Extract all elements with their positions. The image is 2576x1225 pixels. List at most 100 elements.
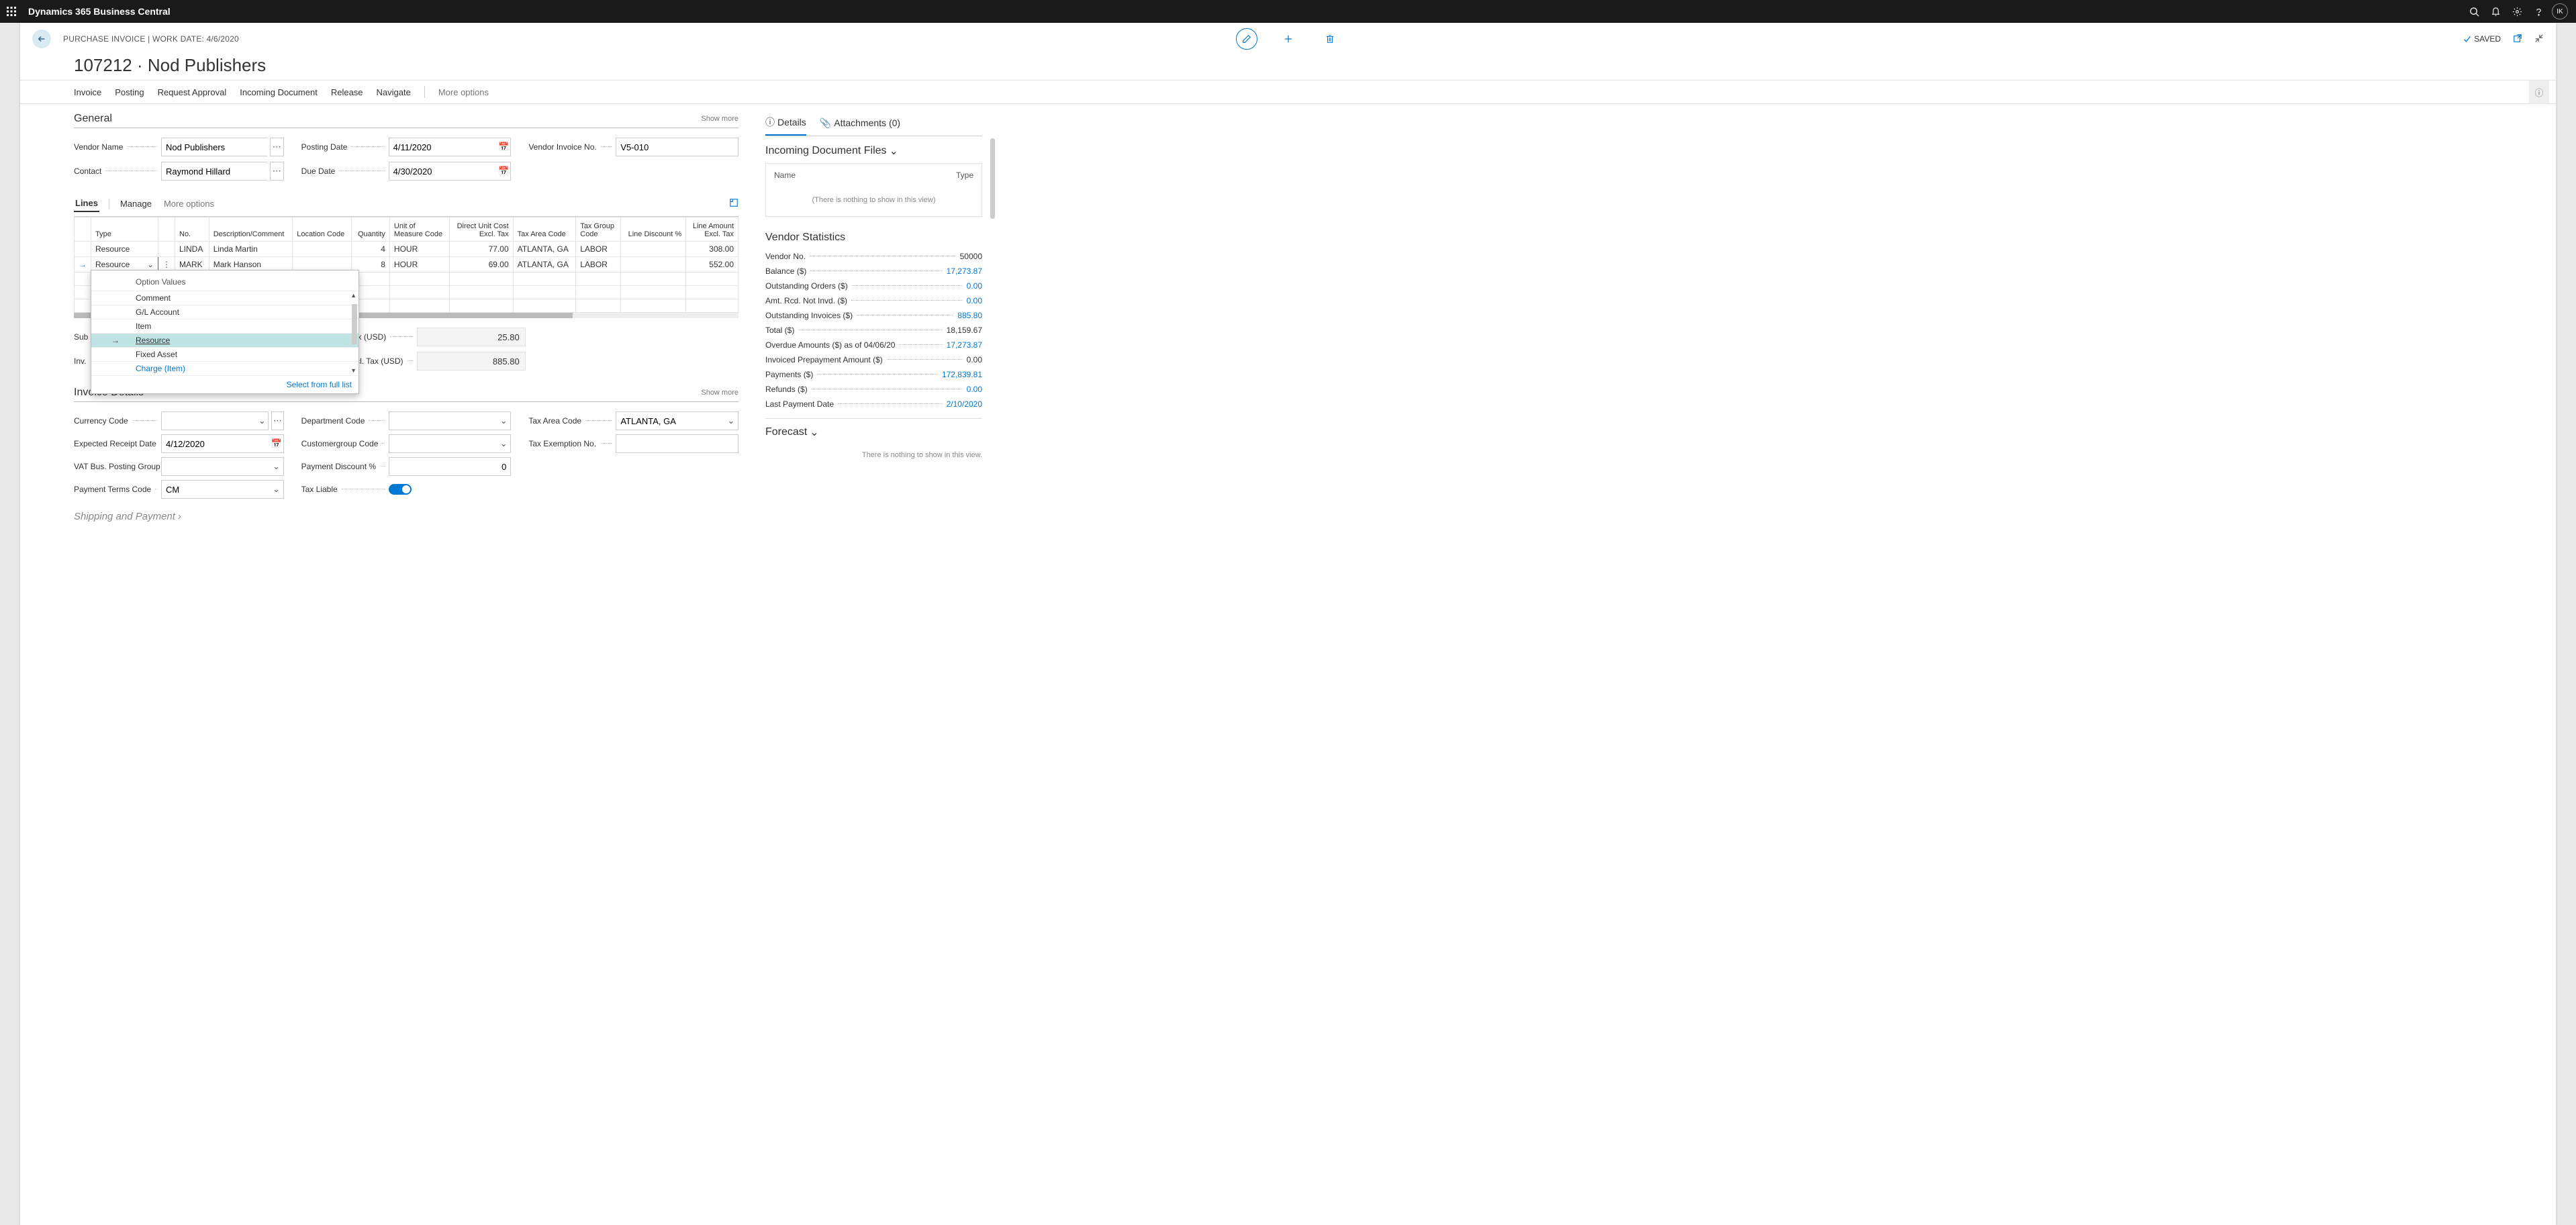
- department-code-input[interactable]: [389, 411, 497, 430]
- col-type[interactable]: Type: [91, 217, 158, 242]
- vat-posting-input[interactable]: [161, 457, 270, 476]
- vat-dropdown-icon[interactable]: ⌄: [270, 457, 284, 476]
- total-tax-value: 25.80: [417, 328, 525, 346]
- dropdown-option-chargeitem[interactable]: Charge (Item): [91, 361, 359, 375]
- taxarea-code-input[interactable]: [616, 411, 724, 430]
- col-unitcost[interactable]: Direct Unit Cost Excl. Tax: [450, 217, 513, 242]
- vendor-stat-row: Balance ($)17,273.87: [765, 264, 982, 279]
- menu-navigate[interactable]: Navigate: [377, 87, 411, 97]
- col-linedisc[interactable]: Line Discount %: [621, 217, 686, 242]
- lines-maximize-icon[interactable]: [729, 198, 738, 209]
- menu-invoice[interactable]: Invoice: [74, 87, 101, 97]
- vendor-stat-row: Payments ($)172,839.81: [765, 367, 982, 382]
- total-incl-value: 885.80: [417, 352, 525, 371]
- forecast-title[interactable]: Forecast⌄: [765, 426, 982, 439]
- vendor-stat-row: Last Payment Date2/10/2020: [765, 397, 982, 411]
- side-tab-attachments[interactable]: 📎Attachments (0): [820, 111, 900, 136]
- chevron-down-icon: ⌄: [890, 144, 898, 158]
- vendor-stats-title: Vendor Statistics: [765, 232, 982, 244]
- menu-release[interactable]: Release: [331, 87, 363, 97]
- menu-more-options[interactable]: More options: [438, 87, 489, 97]
- tax-exemption-input[interactable]: [616, 434, 738, 453]
- vendor-invoice-label: Vendor Invoice No.: [528, 142, 596, 152]
- search-icon[interactable]: [2463, 1, 2485, 22]
- saved-status: SAVED: [2463, 34, 2501, 44]
- general-showmore[interactable]: Show more: [701, 115, 738, 123]
- currency-lookup-button[interactable]: ⋯: [271, 411, 284, 430]
- col-loc[interactable]: Location Code: [293, 217, 352, 242]
- menu-incoming-document[interactable]: Incoming Document: [240, 87, 318, 97]
- due-date-calendar-icon[interactable]: 📅: [497, 162, 511, 181]
- payment-terms-input[interactable]: [161, 480, 270, 499]
- incoming-files-title[interactable]: Incoming Document Files⌄: [765, 144, 982, 158]
- payterms-dropdown-icon[interactable]: ⌄: [270, 480, 284, 499]
- delete-button[interactable]: [1319, 28, 1341, 50]
- attachment-icon: 📎: [820, 117, 831, 129]
- currency-dropdown-icon[interactable]: ⌄: [256, 411, 269, 430]
- table-row[interactable]: → Resource ⌄ Option Values ▲ Comment: [75, 257, 738, 273]
- taxarea-dropdown-icon[interactable]: ⌄: [724, 411, 738, 430]
- notifications-icon[interactable]: [2485, 1, 2506, 22]
- dropdown-scroll-down-icon[interactable]: ▼: [350, 367, 356, 374]
- vendor-name-input[interactable]: [161, 138, 267, 156]
- page-shell: PURCHASE INVOICE | WORK DATE: 4/6/2020 S…: [20, 23, 2556, 1225]
- dropdown-option-glaccount[interactable]: G/L Account: [91, 305, 359, 319]
- dropdown-scroll-up-icon[interactable]: ▲: [350, 292, 356, 299]
- manage-tab[interactable]: Manage: [119, 196, 153, 211]
- edit-button[interactable]: [1236, 28, 1257, 50]
- menu-posting[interactable]: Posting: [115, 87, 144, 97]
- type-dropdown-button[interactable]: ⌄: [144, 258, 156, 271]
- expected-receipt-input[interactable]: [161, 434, 270, 453]
- user-avatar[interactable]: IK: [2552, 3, 2568, 19]
- section-shipping-payment[interactable]: Shipping and Payment›: [74, 511, 738, 522]
- col-taxgroup[interactable]: Tax Group Code: [576, 217, 621, 242]
- dropdown-option-fixedasset[interactable]: Fixed Asset: [91, 347, 359, 361]
- menu-request-approval[interactable]: Request Approval: [158, 87, 227, 97]
- side-tab-details[interactable]: ⓘDetails: [765, 111, 806, 136]
- tax-liable-toggle[interactable]: [389, 484, 412, 495]
- factbox-scrollbar[interactable]: [990, 138, 995, 219]
- dropdown-option-comment[interactable]: Comment: [91, 291, 359, 305]
- app-launcher-icon[interactable]: [5, 5, 17, 17]
- due-date-input[interactable]: [389, 162, 497, 181]
- popout-icon[interactable]: [2513, 34, 2522, 45]
- vendor-invoice-input[interactable]: [616, 138, 738, 156]
- brand-label: Dynamics 365 Business Central: [28, 6, 171, 17]
- payment-discount-input[interactable]: [389, 457, 512, 476]
- col-taxarea[interactable]: Tax Area Code: [513, 217, 576, 242]
- lines-tab[interactable]: Lines: [74, 195, 99, 212]
- contact-lookup-button[interactable]: ⋯: [270, 162, 284, 181]
- dropdown-select-full-list[interactable]: Select from full list: [91, 375, 359, 393]
- dropdown-option-resource[interactable]: Resource: [91, 333, 359, 347]
- invdetails-showmore[interactable]: Show more: [701, 389, 738, 397]
- vendor-name-lookup-button[interactable]: ⋯: [270, 138, 284, 156]
- info-pane-icon[interactable]: ⓘ: [2529, 81, 2549, 103]
- col-uom[interactable]: Unit of Measure Code: [389, 217, 449, 242]
- new-button[interactable]: [1278, 28, 1299, 50]
- forecast-empty: There is nothing to show in this view.: [765, 451, 982, 459]
- posting-date-calendar-icon[interactable]: 📅: [497, 138, 511, 156]
- currency-code-input[interactable]: [161, 411, 256, 430]
- collapse-icon[interactable]: [2534, 34, 2544, 45]
- col-lineamt[interactable]: Line Amount Excl. Tax: [686, 217, 738, 242]
- contact-input[interactable]: [161, 162, 267, 181]
- vendor-stats-list: Vendor No.50000Balance ($)17,273.87Outst…: [765, 249, 982, 411]
- posting-date-input[interactable]: [389, 138, 497, 156]
- customergroup-input[interactable]: [389, 434, 497, 453]
- erd-calendar-icon[interactable]: 📅: [270, 434, 284, 453]
- dept-dropdown-icon[interactable]: ⌄: [497, 411, 511, 430]
- back-button[interactable]: [32, 30, 51, 48]
- table-row[interactable]: Resource LINDA Linda Martin 4 HOUR 77.00…: [75, 242, 738, 257]
- col-qty[interactable]: Quantity: [352, 217, 390, 242]
- help-icon[interactable]: [2528, 1, 2549, 22]
- lines-more-options[interactable]: More options: [162, 196, 216, 211]
- dropdown-option-item[interactable]: Item: [91, 319, 359, 333]
- page-header: PURCHASE INVOICE | WORK DATE: 4/6/2020 S…: [20, 23, 2556, 55]
- lines-grid: Type No. Description/Comment Location Co…: [74, 217, 738, 313]
- cust-dropdown-icon[interactable]: ⌄: [497, 434, 511, 453]
- vendor-stat-row: Outstanding Invoices ($)885.80: [765, 308, 982, 323]
- col-desc[interactable]: Description/Comment: [209, 217, 293, 242]
- dropdown-scrollbar[interactable]: [352, 304, 357, 344]
- settings-icon[interactable]: [2506, 1, 2528, 22]
- col-no[interactable]: No.: [175, 217, 209, 242]
